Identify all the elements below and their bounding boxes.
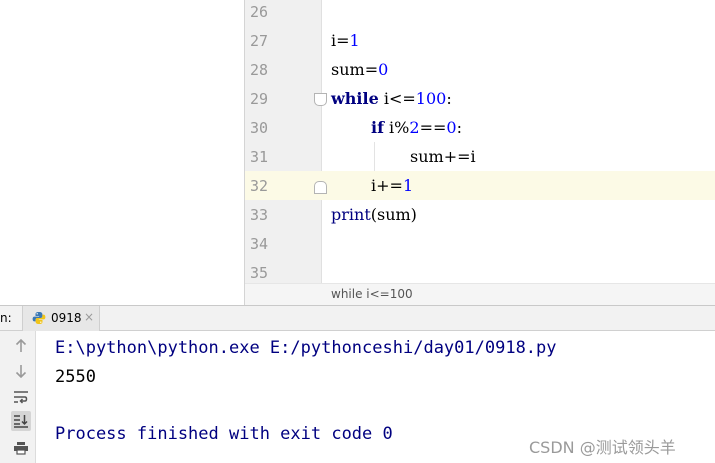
- number-token: 0: [446, 118, 457, 137]
- line-number: 29: [249, 90, 268, 108]
- line-number: 31: [249, 148, 268, 166]
- scroll-to-end-icon[interactable]: [11, 411, 31, 431]
- expression-token: i+=: [371, 176, 403, 195]
- number-token: 0: [378, 60, 389, 79]
- line-number: 32: [249, 177, 268, 195]
- line-number: 35: [249, 264, 268, 282]
- code-text[interactable]: print(sum): [331, 205, 417, 225]
- function-token: print: [331, 205, 371, 224]
- run-tab-label: 0918: [51, 311, 82, 325]
- operator-token: =: [336, 31, 350, 50]
- line-number: 30: [249, 119, 268, 137]
- console-exit-message: Process finished with exit code 0: [55, 424, 393, 444]
- console-output-line: 2550: [55, 367, 96, 387]
- run-tool-window-header: n: 0918 ×: [0, 305, 715, 331]
- line-number: 26: [249, 3, 268, 21]
- colon-token: :: [456, 118, 462, 137]
- identifier-token: sum: [331, 60, 365, 79]
- code-text[interactable]: i=1: [331, 31, 360, 51]
- number-token: 1: [402, 176, 414, 195]
- close-icon[interactable]: ×: [84, 310, 94, 324]
- colon-token: :: [446, 89, 452, 108]
- line-number: 28: [249, 61, 268, 79]
- operator-token: ==: [419, 118, 447, 137]
- code-text[interactable]: while i<=100:: [331, 89, 452, 109]
- code-line[interactable]: 30 if i%2==0:: [245, 114, 715, 143]
- code-text[interactable]: sum=0: [331, 60, 388, 80]
- number-token: 100: [415, 89, 447, 108]
- line-number: 34: [249, 235, 268, 253]
- code-text[interactable]: if i%2==0:: [371, 118, 462, 138]
- print-icon[interactable]: [11, 438, 31, 458]
- breadcrumb[interactable]: while i<=100: [245, 283, 715, 305]
- code-text[interactable]: sum+=i: [410, 147, 476, 167]
- project-pane: [0, 0, 244, 305]
- console-command-line[interactable]: E:\python\python.exe E:/pythonceshi/day0…: [55, 338, 557, 358]
- operator-token: =: [364, 60, 379, 79]
- watermark: CSDN @测试领头羊: [529, 438, 676, 457]
- fold-end-marker-icon[interactable]: [314, 181, 327, 194]
- number-token: 2: [409, 118, 420, 137]
- expression-token: i<=: [378, 89, 416, 108]
- code-line-current[interactable]: 32 i+=1: [245, 172, 715, 201]
- code-line[interactable]: 26: [245, 0, 715, 27]
- run-toolbar: [0, 331, 36, 463]
- code-line[interactable]: 28 sum=0: [245, 56, 715, 85]
- keyword-token: while: [331, 89, 379, 108]
- down-arrow-icon[interactable]: [11, 361, 31, 381]
- run-label: n:: [0, 311, 12, 325]
- run-tab-0918[interactable]: 0918 ×: [22, 306, 100, 331]
- statement-token: sum+=i: [410, 147, 476, 166]
- code-line[interactable]: 33 print(sum): [245, 201, 715, 230]
- code-line[interactable]: 29 while i<=100:: [245, 85, 715, 114]
- code-line[interactable]: 31 sum+=i: [245, 143, 715, 172]
- expression-token: i%: [383, 118, 410, 137]
- up-arrow-icon[interactable]: [11, 336, 31, 356]
- code-line[interactable]: 34: [245, 230, 715, 259]
- code-line[interactable]: 27 i=1: [245, 27, 715, 56]
- code-line[interactable]: 35: [245, 259, 715, 283]
- line-number: 33: [249, 206, 268, 224]
- number-token: 1: [349, 31, 360, 50]
- keyword-token: if: [371, 118, 384, 137]
- arguments-token: (sum): [370, 205, 417, 224]
- breadcrumb-item[interactable]: while i<=100: [331, 287, 413, 301]
- fold-marker-icon[interactable]: [314, 93, 327, 106]
- line-number: 27: [249, 32, 268, 50]
- python-file-icon: [32, 312, 46, 324]
- soft-wrap-icon[interactable]: [11, 387, 31, 407]
- code-text[interactable]: i+=1: [371, 176, 413, 196]
